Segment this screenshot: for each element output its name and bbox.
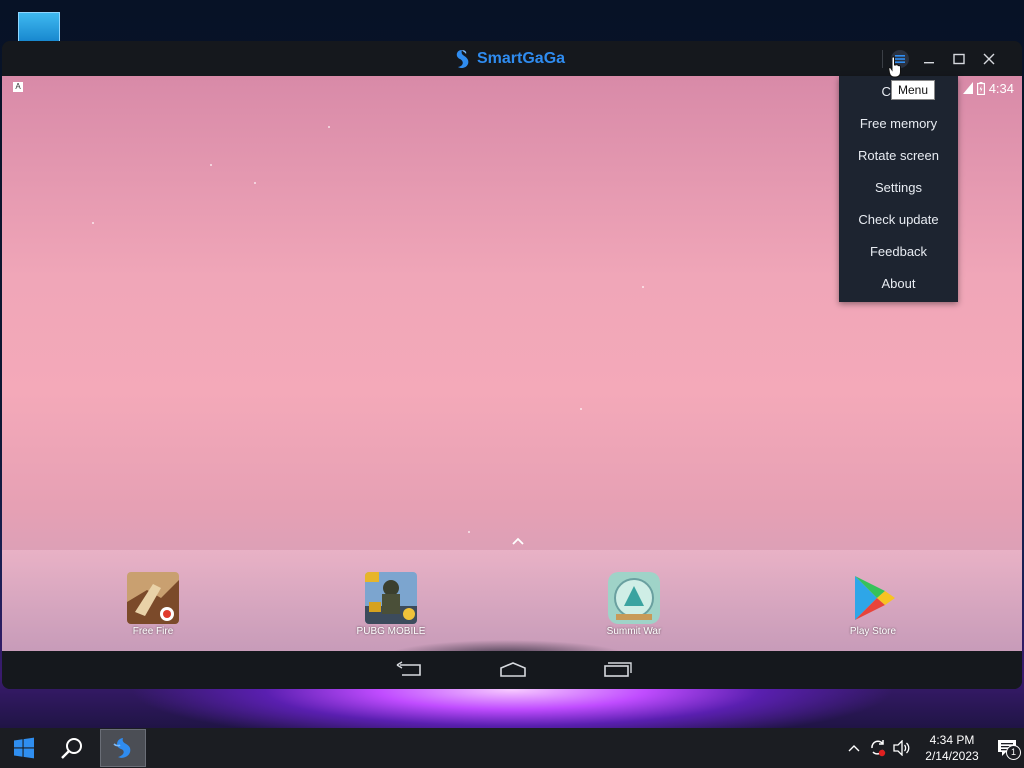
speaker-icon <box>893 740 910 756</box>
smartgaga-taskbar-icon <box>113 738 131 758</box>
wallpaper-star <box>92 222 94 224</box>
menu-item-about[interactable]: About <box>839 268 958 300</box>
summit-war-icon <box>608 572 660 624</box>
play-store-icon <box>847 572 899 624</box>
sync-alert-icon <box>871 740 886 757</box>
wallpaper-star <box>210 164 212 166</box>
wallpaper-star <box>254 182 256 184</box>
clock-time: 4:34 PM <box>929 733 975 747</box>
close-button[interactable] <box>977 47 1001 71</box>
free-fire-icon <box>127 572 179 624</box>
wallpaper-hills <box>382 636 632 651</box>
dock-app-play-store[interactable]: Play Store <box>828 572 918 637</box>
search-button[interactable] <box>48 728 96 768</box>
dock-app-label: Free Fire <box>132 626 174 637</box>
menu-tooltip: Menu <box>891 80 935 100</box>
battery-icon <box>976 81 985 95</box>
menu-item-settings[interactable]: Settings <box>839 172 958 204</box>
menu-item-feedback[interactable]: Feedback <box>839 236 958 268</box>
maximize-button[interactable] <box>947 47 971 71</box>
wallpaper-star <box>468 531 470 533</box>
android-nav-bar <box>2 651 1022 689</box>
status-bar-time: 4:34 <box>988 80 1014 96</box>
brand-name: SmartGaGa <box>477 50 566 67</box>
windows-taskbar: 4:34 PM 2/14/2023 1 <box>0 728 1024 768</box>
status-bar-right: 4:34 <box>962 80 1014 96</box>
status-bar-badge: A <box>13 82 23 92</box>
home-icon[interactable] <box>498 661 528 679</box>
clock-date: 2/14/2023 <box>925 749 979 763</box>
sync-status-button[interactable] <box>866 728 890 768</box>
dock-app-summit-war[interactable]: Summit War <box>589 572 679 637</box>
signal-icon <box>962 82 973 94</box>
volume-button[interactable] <box>890 728 914 768</box>
minimize-icon <box>924 62 934 64</box>
maximize-icon <box>953 53 965 65</box>
desktop-shortcut-icon[interactable] <box>18 12 60 42</box>
dock-app-pubg-mobile[interactable]: PUBG MOBILE <box>346 572 436 637</box>
dock-app-label: Play Store <box>849 626 897 637</box>
emulator-menu-dropdown: Clean Free memory Rotate screen Settings… <box>839 76 958 302</box>
dock-app-free-fire[interactable]: Free Fire <box>108 572 198 637</box>
taskbar-clock[interactable]: 4:34 PM 2/14/2023 <box>920 732 984 764</box>
show-hidden-icons-button[interactable] <box>842 728 866 768</box>
pubg-mobile-icon <box>365 572 417 624</box>
menu-item-rotate-screen[interactable]: Rotate screen <box>839 140 958 172</box>
chevron-up-icon <box>848 745 860 752</box>
search-icon <box>61 738 82 759</box>
title-bar[interactable]: SmartGaGa <box>2 41 1022 76</box>
back-icon[interactable] <box>394 661 424 679</box>
taskbar-app-smartgaga[interactable] <box>100 729 146 767</box>
titlebar-divider <box>882 50 883 68</box>
app-brand: SmartGaGa <box>452 48 565 70</box>
system-tray: 4:34 PM 2/14/2023 1 <box>842 728 1024 768</box>
smartgaga-logo-icon <box>456 50 469 69</box>
wallpaper-star <box>580 408 582 410</box>
minimize-button[interactable] <box>917 47 941 71</box>
hand-cursor-icon <box>888 56 901 78</box>
notification-count-badge: 1 <box>1006 745 1021 760</box>
start-button[interactable] <box>0 728 48 768</box>
recent-apps-icon[interactable] <box>602 661 632 679</box>
menu-item-check-update[interactable]: Check update <box>839 204 958 236</box>
app-drawer-chevron-icon[interactable] <box>511 536 525 546</box>
menu-item-free-memory[interactable]: Free memory <box>839 108 958 140</box>
close-icon <box>983 53 995 65</box>
windows-logo-icon <box>14 737 34 759</box>
wallpaper-star <box>642 286 644 288</box>
action-center-button[interactable]: 1 <box>990 728 1024 768</box>
wallpaper-star <box>328 126 330 128</box>
